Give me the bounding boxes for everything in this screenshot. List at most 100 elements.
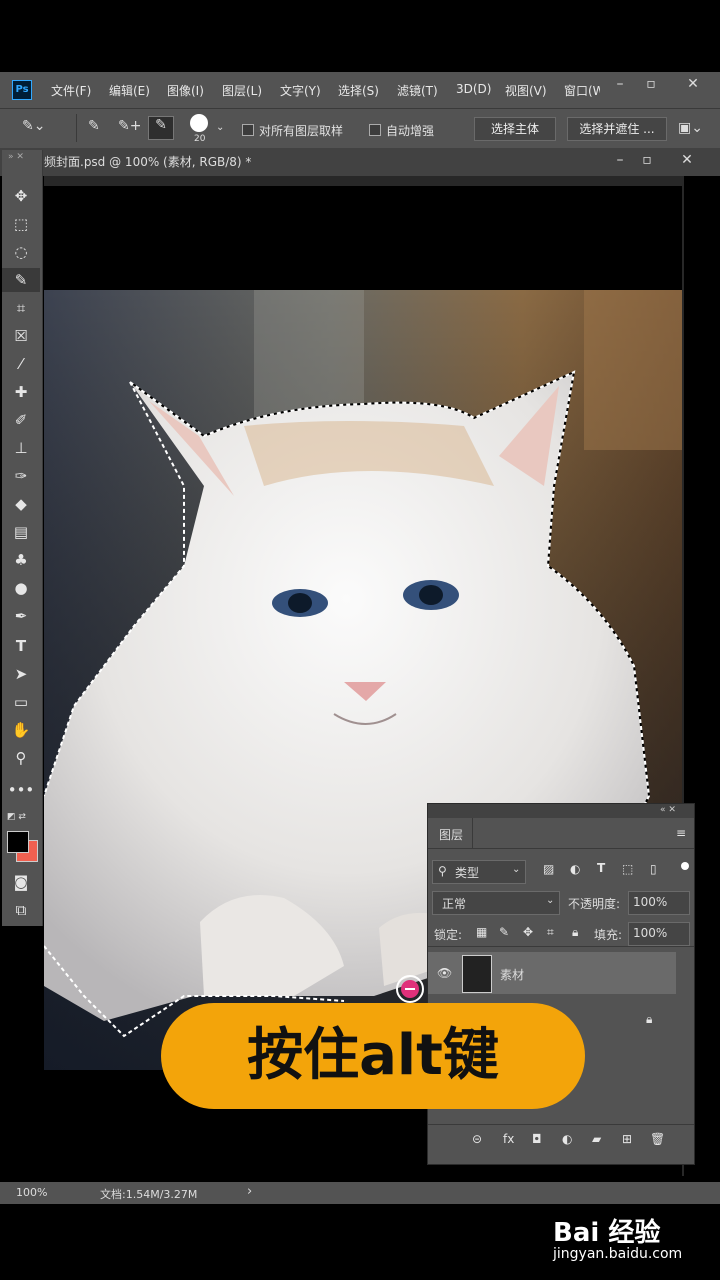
history-brush-tool-icon[interactable]: ✑ bbox=[2, 464, 40, 488]
status-menu-arrow[interactable]: › bbox=[247, 1184, 252, 1199]
fill-value: 100% bbox=[633, 926, 668, 940]
type-tool-icon[interactable]: T bbox=[2, 634, 40, 658]
divider bbox=[76, 114, 77, 142]
healing-brush-tool-icon[interactable]: ✚ bbox=[2, 380, 40, 404]
filter-kind-value: 类型 bbox=[455, 866, 480, 880]
search-icon: ⚲ bbox=[438, 864, 447, 878]
close-icon[interactable]: ✕ bbox=[683, 76, 703, 92]
zoom-level[interactable]: 100% bbox=[16, 1186, 47, 1199]
add-mask-icon[interactable]: ◘ bbox=[532, 1132, 542, 1146]
zoom-tool-icon[interactable]: ⚲ bbox=[2, 746, 40, 770]
fill-label: 填充: bbox=[594, 928, 623, 942]
doc-maximize-icon[interactable]: ▫ bbox=[637, 152, 657, 168]
photoshop-logo: Ps bbox=[12, 80, 32, 100]
lock-position-icon[interactable]: ✥ bbox=[523, 925, 533, 939]
screen-mode-icon[interactable]: ⧉ bbox=[2, 898, 40, 922]
brush-size-icon[interactable] bbox=[190, 114, 208, 132]
shape-filter-icon[interactable]: ⬚ bbox=[622, 862, 633, 876]
fx-icon[interactable]: fx bbox=[503, 1132, 514, 1146]
quick-selection-preset-icon[interactable]: ✎⌄ bbox=[22, 118, 45, 134]
clone-stamp-tool-icon[interactable]: ⊥ bbox=[2, 436, 40, 460]
divider bbox=[428, 946, 694, 947]
link-layers-icon[interactable]: ⊝ bbox=[472, 1132, 482, 1146]
menu-file[interactable]: 文件(F) bbox=[51, 82, 91, 99]
lock-transparency-icon[interactable]: ▦ bbox=[476, 925, 487, 939]
move-tool-icon[interactable]: ✥ bbox=[2, 184, 40, 208]
menu-edit[interactable]: 编辑(E) bbox=[109, 82, 150, 99]
smart-object-filter-icon[interactable]: ▯ bbox=[650, 862, 657, 876]
blend-mode-value: 正常 bbox=[442, 897, 467, 911]
eye-icon[interactable]: 👁︎ bbox=[437, 966, 452, 980]
brush-size-value: 20 bbox=[194, 134, 206, 144]
opacity-label: 不透明度: bbox=[568, 897, 621, 911]
minimize-icon[interactable]: – bbox=[610, 76, 630, 92]
divider bbox=[428, 848, 694, 849]
caption-banner: 按住alt键 bbox=[161, 1003, 585, 1109]
layer-thumbnail bbox=[462, 955, 492, 993]
maximize-icon[interactable]: ▫ bbox=[641, 76, 661, 92]
chevron-down-icon[interactable]: ⌄ bbox=[216, 122, 224, 133]
quick-mask-icon[interactable]: ◙ bbox=[2, 870, 40, 894]
crop-tool-icon[interactable]: ⌗ bbox=[2, 296, 40, 320]
hand-tool-icon[interactable]: ✋ bbox=[2, 718, 40, 742]
sample-all-layers-label: 对所有图层取样 bbox=[259, 124, 344, 138]
pixel-filter-icon[interactable]: ▨ bbox=[543, 862, 554, 876]
toolbox-collapse-icon[interactable]: » ✕ bbox=[8, 152, 24, 162]
dodge-tool-icon[interactable]: ● bbox=[2, 576, 40, 600]
menu-select[interactable]: 选择(S) bbox=[338, 82, 379, 99]
opacity-value: 100% bbox=[633, 895, 668, 909]
filter-toggle-icon[interactable] bbox=[681, 862, 689, 870]
menu-3d[interactable]: 3D(D) bbox=[456, 82, 491, 96]
brush-tool-icon[interactable]: ✐ bbox=[2, 408, 40, 432]
panel-header-strip bbox=[428, 804, 694, 818]
select-and-mask-button[interactable]: 选择并遮住 ... bbox=[567, 117, 667, 141]
select-subject-button[interactable]: 选择主体 bbox=[474, 117, 556, 141]
path-selection-tool-icon[interactable]: ➤ bbox=[2, 662, 40, 686]
menu-type[interactable]: 文字(Y) bbox=[280, 82, 321, 99]
layer-name: 素材 bbox=[500, 968, 525, 982]
document-tab[interactable]: 频封面.psd @ 100% (素材, RGB/8) * bbox=[44, 150, 251, 174]
more-tools-icon[interactable]: ••• bbox=[2, 778, 40, 802]
menu-layer[interactable]: 图层(L) bbox=[222, 82, 262, 99]
workspace-icon[interactable]: ▣⌄ bbox=[678, 120, 703, 136]
lock-pixels-icon[interactable]: ✎ bbox=[499, 925, 509, 939]
lock-artboard-icon[interactable]: ⌗ bbox=[547, 925, 554, 940]
lock-all-icon[interactable]: 🔒︎ bbox=[572, 925, 578, 940]
divider bbox=[428, 1124, 694, 1125]
document-size: 文档:1.54M/3.27M bbox=[100, 1188, 198, 1201]
subtract-selection-brush-icon[interactable]: ✎ bbox=[148, 116, 174, 140]
auto-enhance-label: 自动增强 bbox=[386, 124, 435, 138]
chevron-down-icon: ⌄ bbox=[546, 895, 555, 906]
adjustment-layer-icon[interactable]: ◐ bbox=[562, 1132, 572, 1146]
menu-view[interactable]: 视图(V) bbox=[505, 82, 547, 99]
foreground-color-swatch[interactable] bbox=[7, 831, 29, 853]
panel-menu-icon[interactable]: ≡ bbox=[676, 826, 686, 840]
blur-tool-icon[interactable]: ♣ bbox=[2, 548, 40, 572]
menu-filter[interactable]: 滤镜(T) bbox=[397, 82, 438, 99]
menu-image[interactable]: 图像(I) bbox=[167, 82, 204, 99]
panel-collapse-icon[interactable]: « ✕ bbox=[660, 805, 676, 815]
gradient-tool-icon[interactable]: ▤ bbox=[2, 520, 40, 544]
eraser-tool-icon[interactable]: ◆ bbox=[2, 492, 40, 516]
eyedropper-tool-icon[interactable]: ⁄ bbox=[2, 352, 40, 376]
adjustment-filter-icon[interactable]: ◐ bbox=[570, 862, 580, 876]
quick-selection-tool-icon[interactable]: ✎ bbox=[2, 268, 40, 292]
shape-tool-icon[interactable]: ▭ bbox=[2, 690, 40, 714]
marquee-tool-icon[interactable]: ⬚ bbox=[2, 212, 40, 236]
baidu-jingyan-logo: Bai 经验 bbox=[553, 1218, 661, 1248]
add-selection-brush-icon[interactable]: ✎+ bbox=[118, 118, 141, 134]
sample-all-layers-checkbox[interactable] bbox=[242, 124, 254, 136]
doc-minimize-icon[interactable]: – bbox=[610, 152, 630, 168]
lasso-tool-icon[interactable]: ◌ bbox=[2, 240, 40, 264]
folder-icon[interactable]: ▰ bbox=[592, 1132, 601, 1146]
frame-tool-icon[interactable]: ☒ bbox=[2, 324, 40, 348]
auto-enhance-checkbox[interactable] bbox=[369, 124, 381, 136]
menu-window[interactable]: 窗口(W bbox=[564, 82, 600, 99]
new-selection-brush-icon[interactable]: ✎ bbox=[88, 118, 100, 134]
pen-tool-icon[interactable]: ✒ bbox=[2, 604, 40, 628]
trash-icon[interactable]: 🗑︎ bbox=[650, 1132, 665, 1146]
type-filter-icon[interactable]: T bbox=[597, 861, 605, 875]
doc-close-icon[interactable]: ✕ bbox=[677, 152, 697, 168]
new-layer-icon[interactable]: ⊞ bbox=[622, 1132, 632, 1146]
swap-colors-icon[interactable]: ◩ ⇄ bbox=[7, 812, 26, 822]
